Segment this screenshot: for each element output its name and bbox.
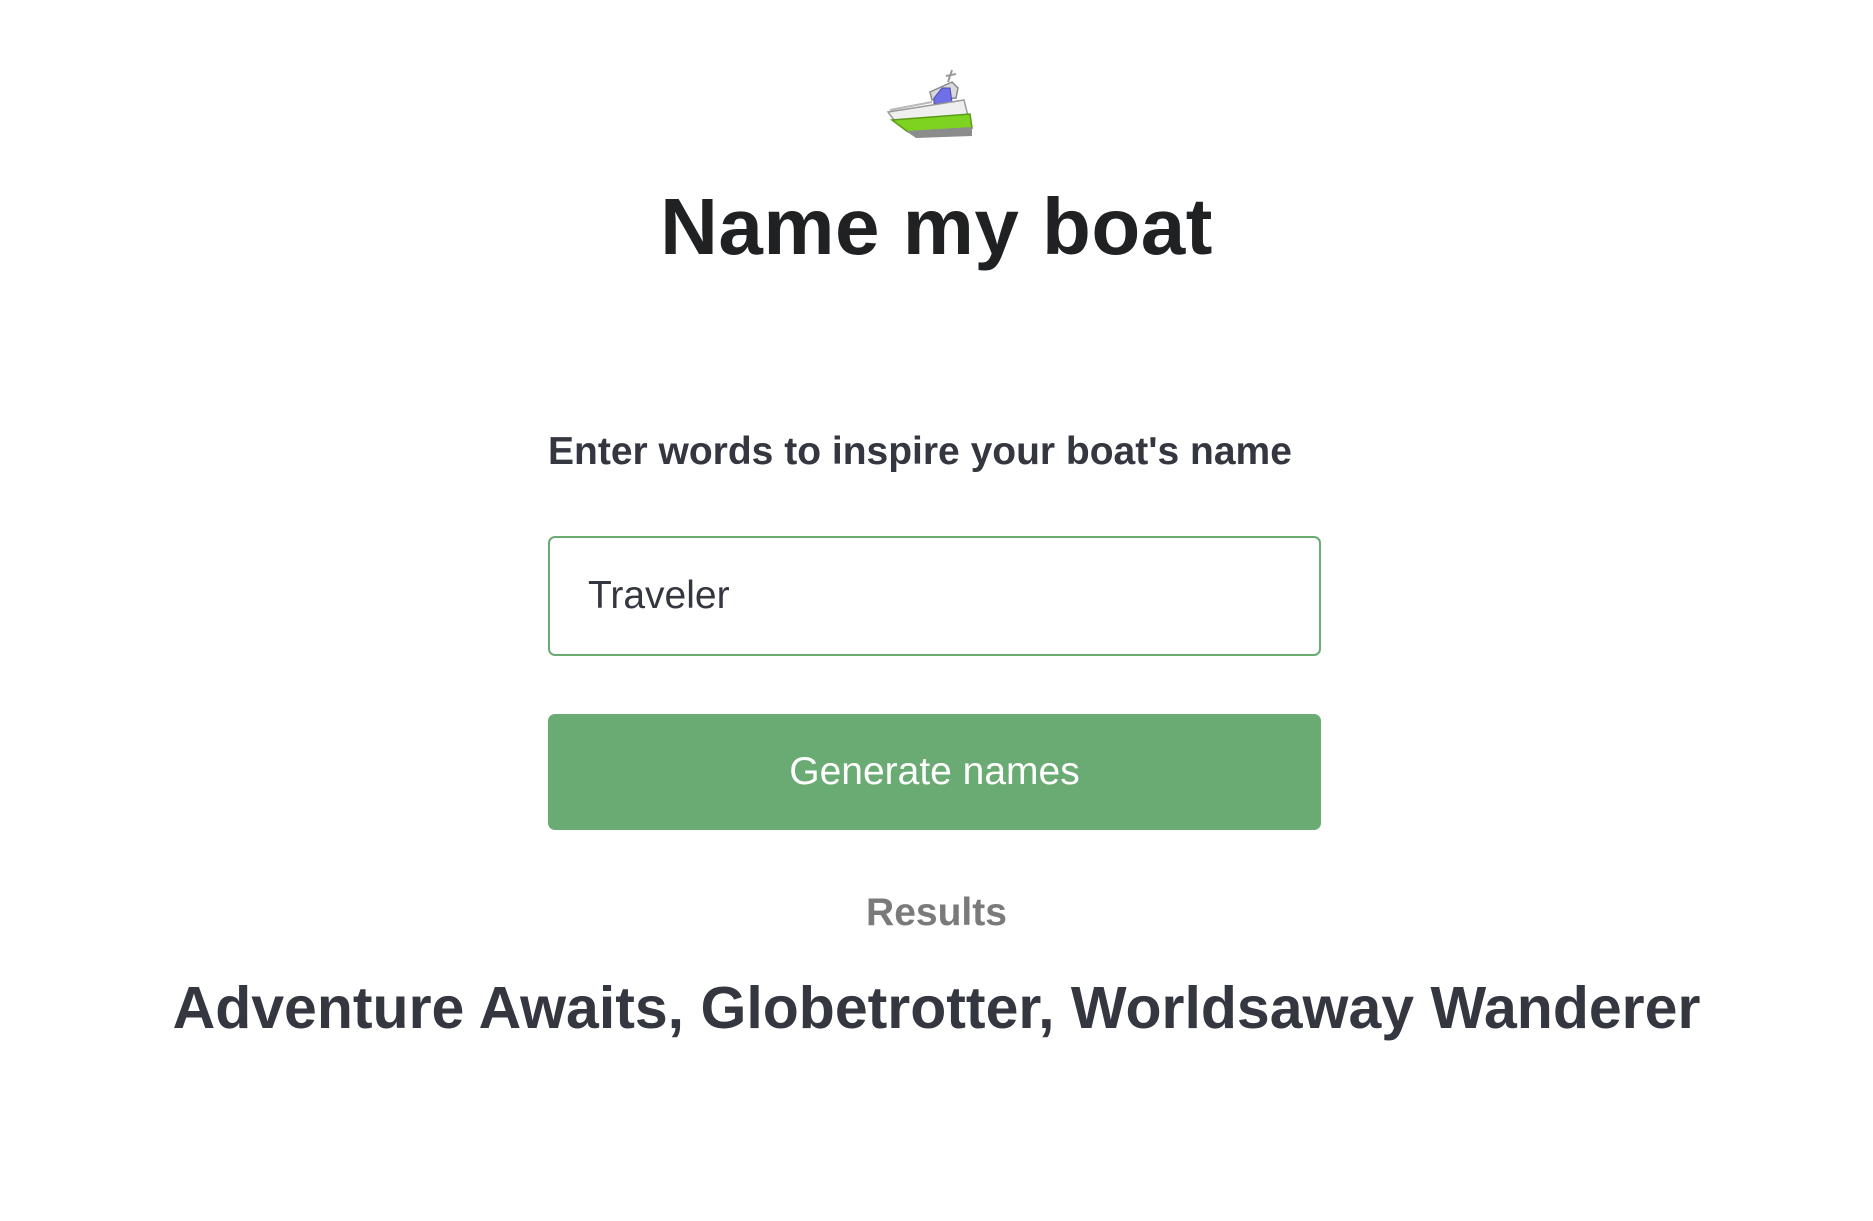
results-heading: Results (866, 891, 1007, 934)
motor-boat-icon (886, 69, 973, 138)
inspiration-input[interactable] (548, 536, 1321, 656)
results-text: Adventure Awaits, Globetrotter, Worldsaw… (172, 975, 1701, 1041)
input-label: Enter words to inspire your boat's name (548, 430, 1292, 473)
page: Name my boat Enter words to inspire your… (0, 0, 1873, 1221)
name-form: Enter words to inspire your boat's name … (548, 425, 1321, 830)
page-title: Name my boat (660, 182, 1213, 271)
generate-names-button[interactable]: Generate names (548, 714, 1321, 830)
